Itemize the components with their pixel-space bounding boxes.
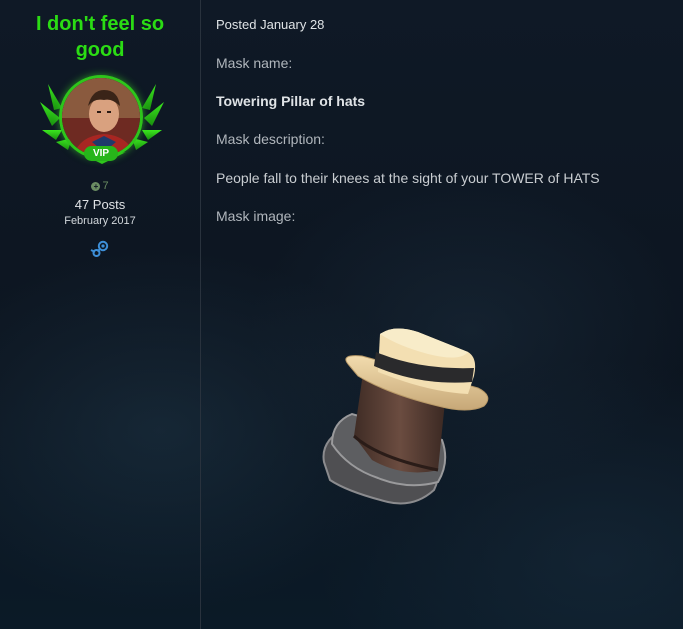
reputation: +7 [80, 180, 120, 192]
mask-description: People fall to their knees at the sight … [216, 170, 600, 186]
steam-icon[interactable] [90, 239, 110, 259]
mask-description-label: Mask description: [216, 131, 325, 147]
post-date[interactable]: Posted January 28 [216, 17, 324, 32]
stacked-hats-image[interactable] [318, 322, 494, 512]
join-date: February 2017 [64, 215, 136, 227]
vip-badge: VIP [84, 146, 118, 161]
mask-image-label: Mask image: [216, 208, 296, 224]
forum-post: I don't feel so good VIP + 7 47 Posts Fe… [0, 0, 683, 629]
author-panel: I don't feel so good VIP + 7 47 Posts Fe… [0, 0, 201, 629]
mask-name: Towering Pillar of hats [216, 93, 366, 109]
plus-circle-icon: + [91, 181, 101, 191]
reputation-count: 7 [102, 180, 109, 192]
mask-name-label: Mask name: [216, 55, 293, 71]
post-count: 47 Posts [74, 197, 126, 212]
author-name[interactable]: I don't feel so good [10, 11, 190, 63]
